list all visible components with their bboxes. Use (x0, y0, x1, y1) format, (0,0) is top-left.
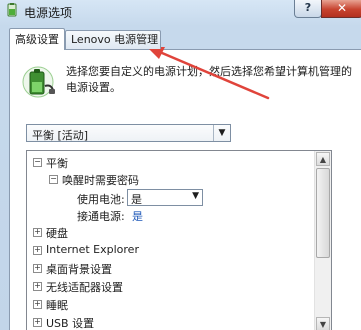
scroll-thumb[interactable] (316, 168, 330, 258)
tree-node-label: USB 设置 (46, 317, 95, 330)
tree-node-label: 桌面背景设置 (46, 263, 112, 276)
scroll-up-icon[interactable]: ▲ (316, 152, 330, 166)
power-options-window: 电源选项 ? ✕ 高级设置 Lenovo 电源管理 选择您要自定义的电源计划，然… (0, 0, 361, 330)
tree-node-label: 硬盘 (46, 227, 68, 240)
window-title: 电源选项 (24, 6, 73, 20)
tree-node-label: 平衡 (46, 157, 68, 170)
expand-icon[interactable]: + (33, 246, 42, 255)
scroll-down-icon[interactable]: ▼ (316, 317, 330, 330)
plugged-in-label: 接通电源: (77, 210, 125, 223)
chevron-down-icon: ▼ (213, 125, 230, 141)
settings-tree[interactable]: − 平衡 − 唤醒时需要密码 使用电池: 是 ▼ 接通电源: 是 + 硬盘 + … (26, 150, 332, 330)
expand-icon[interactable]: + (33, 282, 42, 291)
tab-advanced-settings[interactable]: 高级设置 (9, 28, 65, 50)
plugged-in-value[interactable]: 是 (132, 208, 143, 224)
expand-icon[interactable]: + (33, 300, 42, 309)
expand-icon[interactable]: + (33, 228, 42, 237)
help-button[interactable]: ? (294, 0, 322, 18)
collapse-icon[interactable]: − (49, 175, 58, 184)
tree-node-label: Internet Explorer (46, 243, 139, 256)
tree-scrollbar[interactable]: ▲ ▼ (314, 151, 331, 330)
chevron-down-icon: ▼ (192, 191, 199, 201)
expand-icon[interactable]: + (33, 318, 42, 327)
on-battery-label: 使用电池: (77, 193, 125, 206)
expand-icon[interactable]: + (33, 264, 42, 273)
power-plan-select[interactable]: 平衡 [活动] ▼ (26, 124, 231, 142)
title-bar[interactable]: 电源选项 ? ✕ (0, 0, 361, 24)
power-options-icon (7, 3, 17, 17)
collapse-icon[interactable]: − (33, 158, 42, 167)
tab-strip: 高级设置 Lenovo 电源管理 (9, 28, 361, 50)
tab-lenovo-power-management[interactable]: Lenovo 电源管理 (65, 30, 161, 49)
tree-node-label: 睡眠 (46, 299, 68, 312)
power-plan-value: 平衡 [活动] (32, 129, 89, 142)
on-battery-value: 是 (131, 193, 142, 206)
close-button[interactable]: ✕ (321, 0, 361, 18)
tree-node-label: 唤醒时需要密码 (62, 174, 139, 187)
battery-plug-icon (22, 66, 55, 98)
intro-text: 选择您要自定义的电源计划，然后选择您希望计算机管理的电源设置。 (66, 65, 352, 94)
on-battery-select[interactable]: 是 ▼ (127, 189, 203, 206)
tree-node-label: 无线适配器设置 (46, 281, 123, 294)
